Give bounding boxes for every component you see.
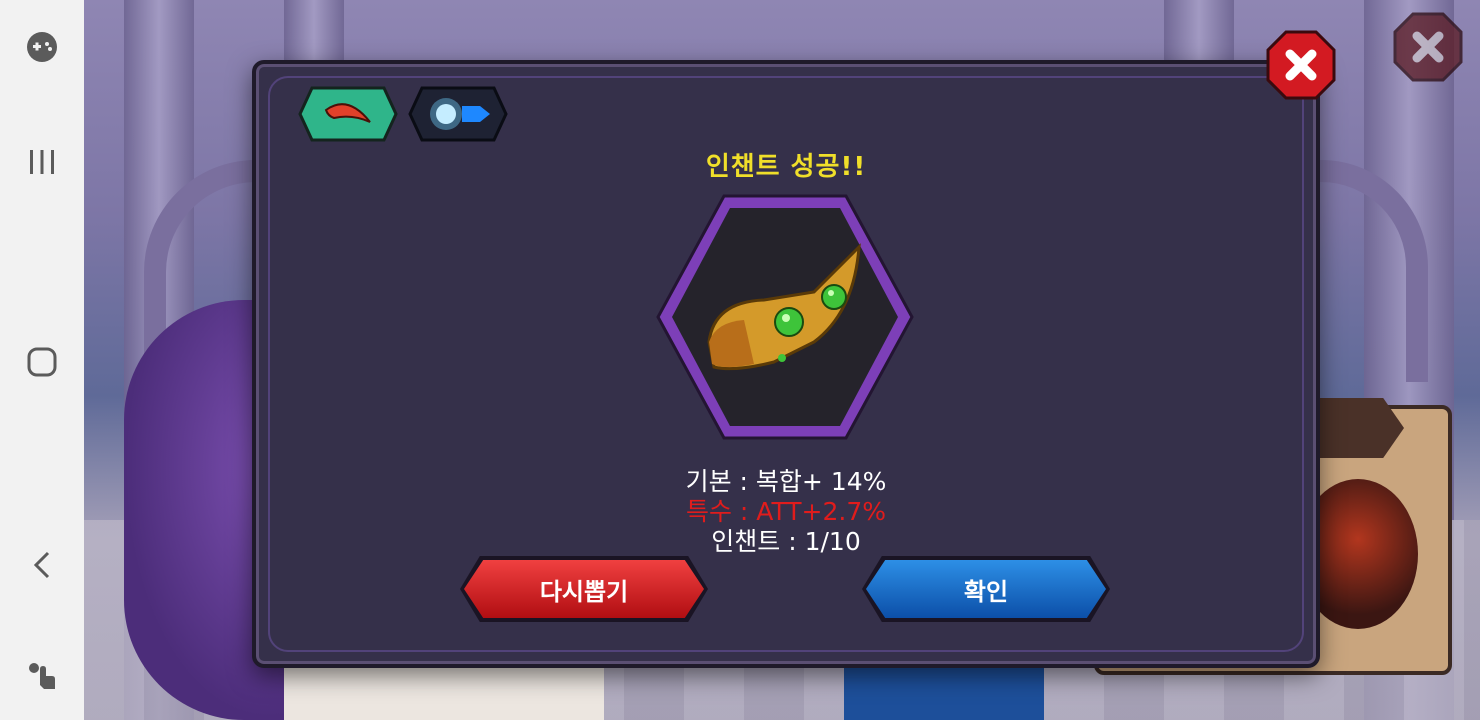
dialog-close-button[interactable] [1266, 30, 1336, 100]
dialog-title: 인챈트 성공!! [705, 152, 867, 182]
enchant-result-dialog: 인챈트 성공!! 기본 : 복합+ 14% 특수 : ATT+2.7% 인챈트 … [252, 60, 1320, 668]
back-icon[interactable] [22, 545, 62, 585]
confirm-button[interactable]: 확인 [866, 560, 1106, 618]
android-navigation-bar [0, 0, 84, 720]
enchant-tab[interactable] [408, 86, 508, 142]
background-close-button[interactable] [1393, 12, 1463, 82]
enchant-level-text: 인챈트 : 1/10 [711, 527, 861, 556]
close-icon [1266, 30, 1336, 100]
blue-spark-arrow-icon [408, 86, 508, 142]
redraw-button[interactable]: 다시뽑기 [464, 560, 704, 618]
recent-apps-icon[interactable] [22, 142, 62, 182]
close-icon [1393, 12, 1463, 82]
item-slot [654, 192, 916, 442]
home-icon[interactable] [22, 342, 62, 382]
red-feather-icon [298, 86, 398, 142]
golden-green-gem-bracer-icon [656, 194, 914, 440]
touch-icon[interactable] [22, 655, 62, 695]
game-tools-icon[interactable] [22, 27, 62, 67]
item-tab[interactable] [298, 86, 398, 142]
